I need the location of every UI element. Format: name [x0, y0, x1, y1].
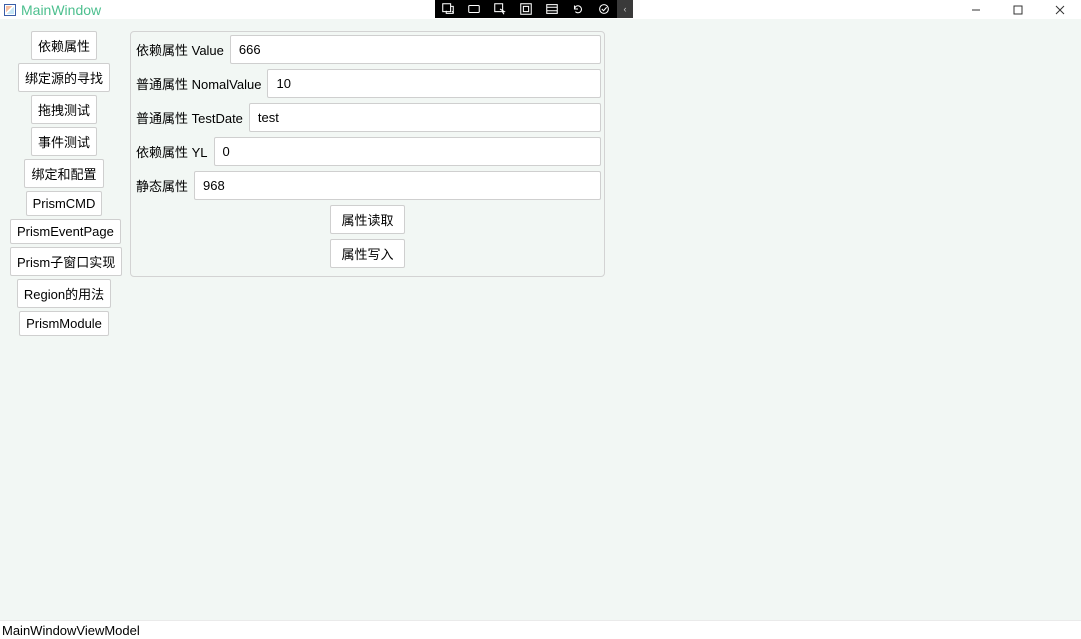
label-static-property: 静态属性 [134, 176, 188, 195]
window-title: MainWindow [21, 2, 101, 18]
sidebar-item-region-usage[interactable]: Region的用法 [17, 279, 111, 308]
sidebar-item-prism-subwindow[interactable]: Prism子窗口实现 [10, 247, 122, 276]
close-button[interactable] [1039, 0, 1081, 19]
sidebar-item-binding-source[interactable]: 绑定源的寻找 [18, 63, 110, 92]
row-test-date: 普通属性 TestDate [134, 103, 601, 132]
app-icon [4, 4, 16, 16]
titlebar: MainWindow ‹ [0, 0, 1081, 19]
label-normal-value: 普通属性 NomalValue [134, 74, 261, 93]
status-bar: MainWindowViewModel [0, 620, 1081, 639]
row-normal-value: 普通属性 NomalValue [134, 69, 601, 98]
layout-bounds-icon[interactable] [539, 0, 565, 18]
debug-toolbar: ‹ [435, 0, 633, 18]
read-property-button[interactable]: 属性读取 [330, 205, 404, 234]
toolbar-collapse-icon[interactable]: ‹ [617, 0, 633, 18]
sidebar-item-prism-event-page[interactable]: PrismEventPage [10, 219, 121, 244]
maximize-button[interactable] [997, 0, 1039, 19]
row-dependency-yl: 依赖属性 YL [134, 137, 601, 166]
row-static-property: 静态属性 [134, 171, 601, 200]
sidebar-item-drag-test[interactable]: 拖拽测试 [31, 95, 97, 124]
input-dependency-yl[interactable] [214, 137, 601, 166]
label-dependency-value: 依赖属性 Value [134, 40, 224, 59]
check-icon[interactable] [591, 0, 617, 18]
status-text: MainWindowViewModel [2, 623, 140, 638]
panel-buttons: 属性读取 属性写入 [134, 205, 601, 268]
select-box-icon[interactable] [461, 0, 487, 18]
row-dependency-value: 依赖属性 Value [134, 35, 601, 64]
sidebar: 依赖属性 绑定源的寻找 拖拽测试 事件测试 绑定和配置 PrismCMD Pri… [10, 31, 118, 336]
window-controls [955, 0, 1081, 19]
sidebar-item-dependency-property[interactable]: 依赖属性 [31, 31, 97, 60]
input-dependency-value[interactable] [230, 35, 601, 64]
input-test-date[interactable] [249, 103, 601, 132]
content-area: 依赖属性 绑定源的寻找 拖拽测试 事件测试 绑定和配置 PrismCMD Pri… [0, 19, 1081, 620]
write-property-button[interactable]: 属性写入 [330, 239, 404, 268]
sidebar-item-binding-config[interactable]: 绑定和配置 [24, 159, 103, 188]
label-test-date: 普通属性 TestDate [134, 108, 243, 127]
focus-rect-icon[interactable] [513, 0, 539, 18]
live-tree-icon[interactable] [435, 0, 461, 18]
input-normal-value[interactable] [267, 69, 601, 98]
input-static-property[interactable] [194, 171, 601, 200]
sidebar-item-prism-module[interactable]: PrismModule [19, 311, 109, 336]
sidebar-item-prism-cmd[interactable]: PrismCMD [26, 191, 103, 216]
minimize-button[interactable] [955, 0, 997, 19]
sidebar-item-event-test[interactable]: 事件测试 [31, 127, 97, 156]
label-dependency-yl: 依赖属性 YL [134, 142, 208, 161]
select-cursor-icon[interactable] [487, 0, 513, 18]
refresh-icon[interactable] [565, 0, 591, 18]
property-panel: 依赖属性 Value 普通属性 NomalValue 普通属性 TestDate… [130, 31, 605, 277]
